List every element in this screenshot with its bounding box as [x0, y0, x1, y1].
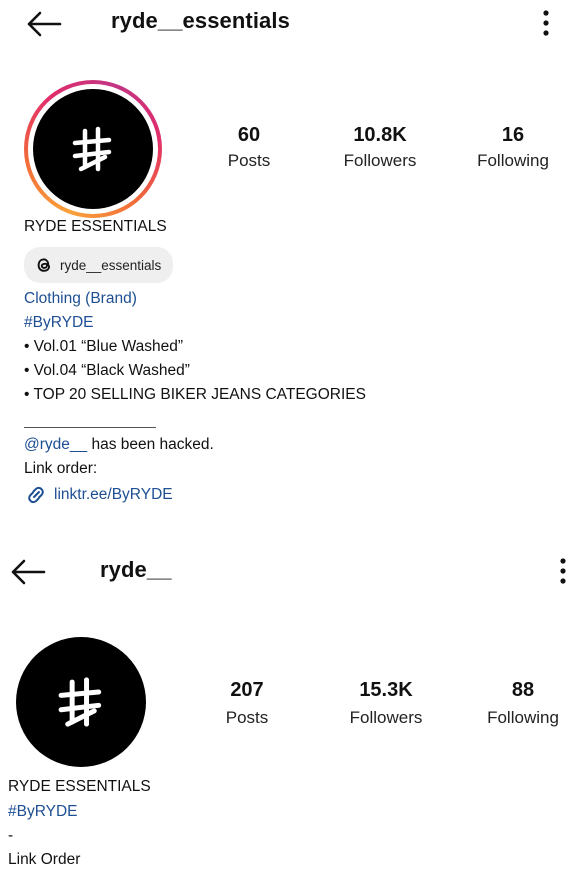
profile-name: RYDE ESSENTIALS: [24, 218, 167, 235]
hacked-text: has been hacked.: [87, 436, 214, 453]
following-label: Following: [477, 151, 549, 170]
profile-name: RYDE ESSENTIALS: [8, 778, 151, 795]
bio-line-3: • TOP 20 SELLING BIKER JEANS CATEGORIES: [24, 386, 366, 403]
more-options-icon[interactable]: [558, 557, 568, 585]
mention-link[interactable]: @ryde__: [24, 436, 87, 453]
threads-handle: ryde__essentials: [60, 257, 162, 273]
stat-followers[interactable]: 10.8K Followers: [330, 124, 430, 171]
ryde-logo: [33, 89, 153, 209]
following-count: 16: [501, 124, 525, 146]
profile-handle: ryde__: [100, 557, 172, 582]
stat-followers[interactable]: 15.3K Followers: [336, 679, 436, 728]
posts-count: 60: [237, 124, 261, 146]
following-count: 88: [511, 679, 535, 701]
following-label: Following: [487, 708, 559, 727]
followers-count: 15.3K: [359, 679, 413, 701]
ryde-hash-logo-icon: [58, 677, 102, 727]
bio-line-2: • Vol.04 “Black Washed”: [24, 362, 190, 379]
avatar[interactable]: [24, 80, 162, 218]
stat-posts[interactable]: 207 Posts: [205, 679, 289, 728]
avatar[interactable]: [16, 637, 146, 767]
threads-badge[interactable]: ryde__essentials: [24, 247, 174, 283]
posts-label: Posts: [227, 151, 271, 170]
category-label: Clothing (Brand): [24, 290, 137, 307]
link-order-label: Link Order: [8, 851, 81, 868]
back-arrow-icon[interactable]: [10, 558, 46, 586]
stat-following[interactable]: 16 Following: [466, 124, 560, 171]
threads-icon: [37, 258, 50, 272]
link-order-label: Link order:: [24, 460, 98, 477]
posts-label: Posts: [225, 708, 269, 727]
bio-divider: [24, 427, 156, 428]
followers-count: 10.8K: [353, 124, 407, 146]
posts-count: 207: [230, 679, 264, 701]
hashtag-link[interactable]: #ByRYDE: [8, 803, 78, 821]
external-link[interactable]: linktr.ee/ByRYDE: [24, 484, 173, 506]
back-arrow-icon[interactable]: [26, 10, 62, 38]
followers-label: Followers: [343, 151, 417, 170]
bio-dash: -: [8, 827, 14, 844]
hashtag-link[interactable]: #ByRYDE: [24, 314, 94, 332]
stat-posts[interactable]: 60 Posts: [208, 124, 290, 171]
followers-label: Followers: [349, 708, 423, 727]
link-text: linktr.ee/ByRYDE: [54, 486, 173, 503]
more-options-icon[interactable]: [541, 9, 551, 37]
profile-handle: ryde__essentials: [111, 8, 290, 33]
bio-line-1: • Vol.01 “Blue Washed”: [24, 338, 184, 355]
hacked-notice: @ryde__ has been hacked.: [24, 436, 214, 454]
chain-link-icon: [28, 486, 44, 504]
stat-following[interactable]: 88 Following: [478, 679, 568, 728]
ryde-hash-logo-icon: [72, 126, 112, 172]
